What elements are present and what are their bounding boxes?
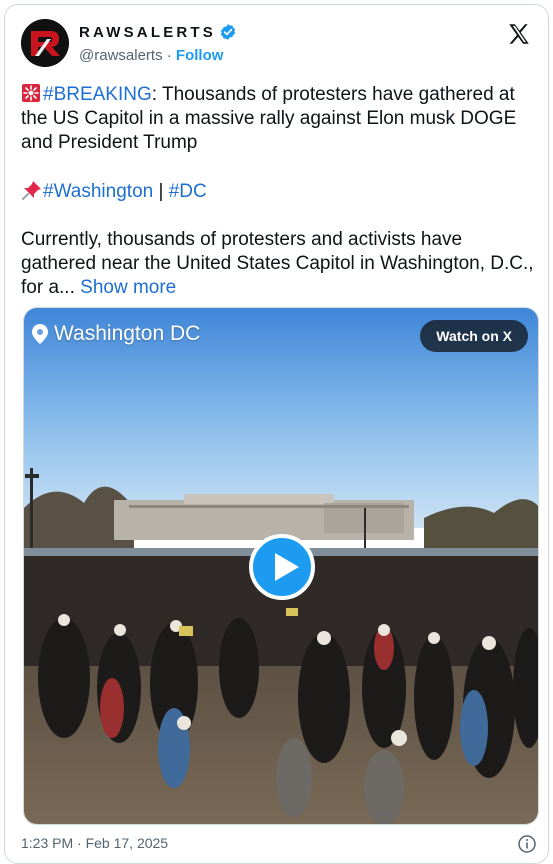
- handle-line: @rawsalerts · Follow: [79, 47, 223, 64]
- video-player[interactable]: Washington DC Watch on X: [23, 307, 539, 825]
- x-logo-icon[interactable]: [506, 21, 532, 47]
- handle[interactable]: @rawsalerts: [79, 47, 163, 64]
- watch-on-x-button[interactable]: Watch on X: [420, 320, 528, 352]
- tweet-text: #BREAKING: Thousands of protesters have …: [21, 83, 536, 324]
- pushpin-emoji-icon: [22, 181, 41, 200]
- tweet-paragraph-hashtags: #Washington | #DC: [21, 179, 536, 204]
- follow-button[interactable]: Follow: [176, 47, 224, 64]
- info-icon[interactable]: [518, 835, 536, 853]
- hashtag-washington[interactable]: #Washington: [43, 181, 153, 202]
- hashtag-dc[interactable]: #DC: [169, 181, 207, 202]
- verified-badge-icon: [220, 24, 236, 40]
- location-text: Washington DC: [54, 322, 201, 345]
- tweet-footer: 1:23 PM · Feb 17, 2025: [21, 835, 536, 853]
- play-icon: [275, 553, 299, 581]
- location-pin-icon: [32, 324, 48, 344]
- hashtag-breaking[interactable]: #BREAKING: [43, 84, 152, 105]
- video-location-label: Washington DC: [32, 322, 200, 346]
- rotating-light-emoji-icon: [22, 84, 40, 102]
- tweet-paragraph-breaking: #BREAKING: Thousands of protesters have …: [21, 83, 536, 155]
- display-name[interactable]: RAWSALERTS: [79, 24, 216, 41]
- tweet-paragraph-body: Currently, thousands of protesters and a…: [21, 228, 536, 300]
- play-button[interactable]: [249, 534, 315, 600]
- timestamp[interactable]: 1:23 PM · Feb 17, 2025: [21, 835, 168, 851]
- avatar[interactable]: [21, 19, 69, 67]
- hashtag-separator: |: [153, 181, 169, 202]
- tweet-header: RAWSALERTS @rawsalerts · Follow: [21, 15, 536, 71]
- tweet-card: RAWSALERTS @rawsalerts · Follow #BREAKIN…: [4, 4, 549, 864]
- handle-separator: ·: [166, 47, 172, 64]
- show-more-link[interactable]: Show more: [80, 277, 176, 298]
- name-line: RAWSALERTS: [79, 23, 237, 41]
